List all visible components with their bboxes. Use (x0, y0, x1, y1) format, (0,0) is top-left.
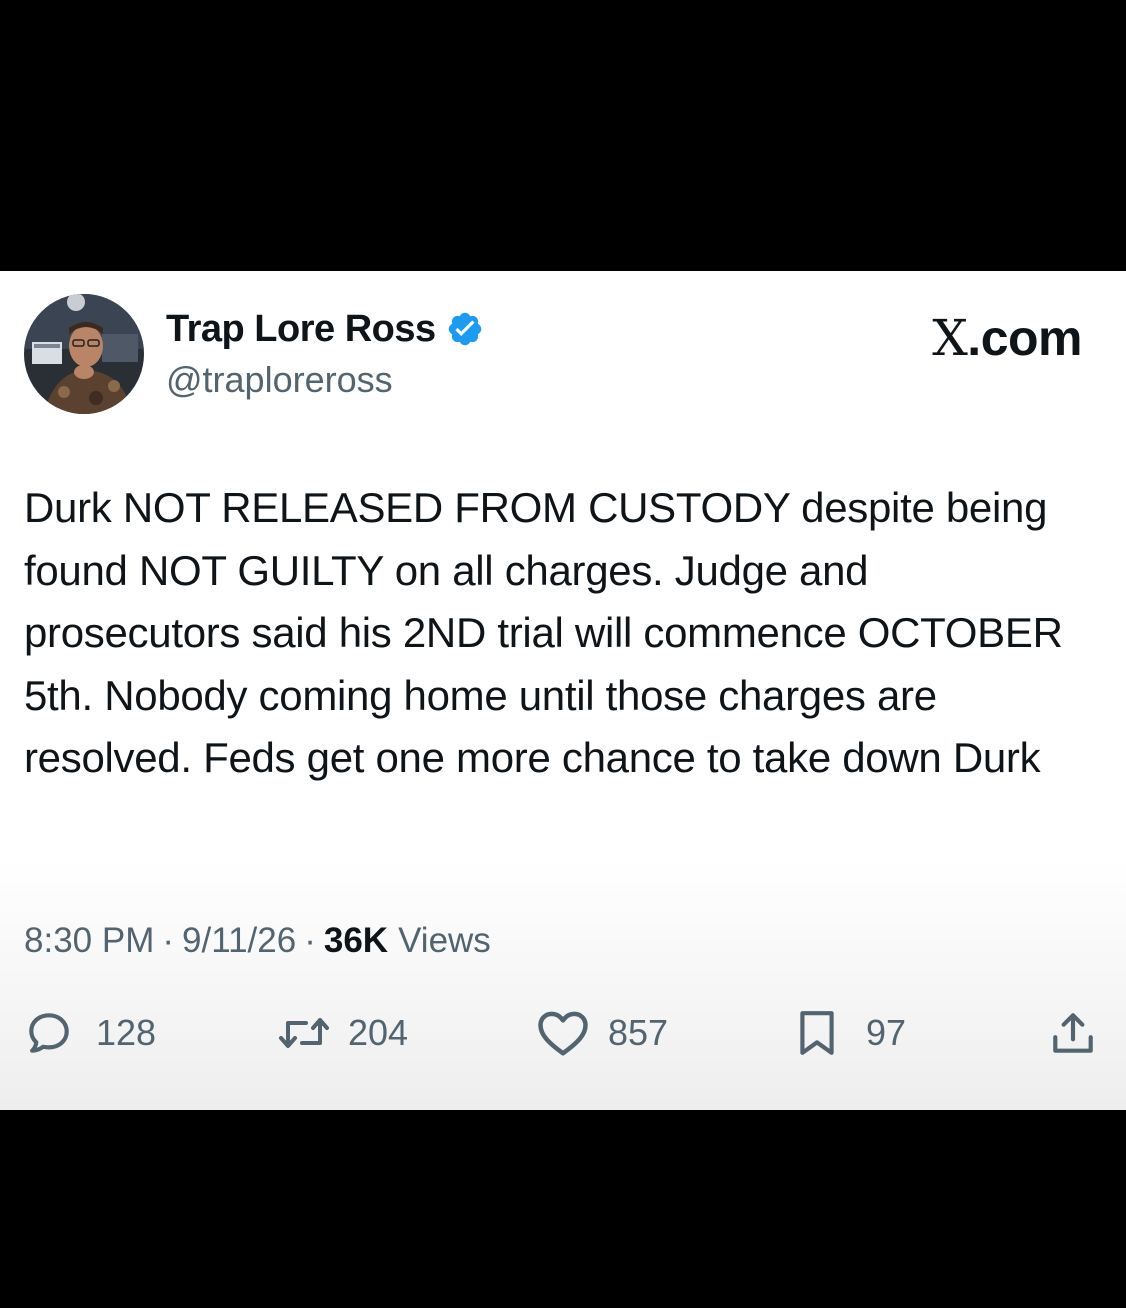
bookmark-count: 97 (866, 1012, 907, 1053)
x-logo-domain: .com (967, 310, 1082, 366)
retweet-count: 204 (348, 1012, 409, 1053)
tweet-card: Trap Lore Ross @traploreross X.com Durk … (0, 271, 1126, 1110)
bottom-black-band (0, 1110, 1126, 1308)
bookmark-icon (800, 1011, 834, 1055)
tweet-time[interactable]: 8:30 PM (24, 921, 154, 961)
tweet-date[interactable]: 9/11/26 (182, 921, 296, 961)
avatar[interactable] (24, 294, 144, 414)
tweet-actions: 128 204 857 97 (24, 1003, 1102, 1063)
reply-button[interactable]: 128 (24, 1003, 156, 1063)
author-name-row[interactable]: Trap Lore Ross (166, 307, 484, 351)
views-count: 36K (323, 921, 389, 960)
display-name[interactable]: Trap Lore Ross (166, 308, 436, 351)
avatar-photo (24, 294, 144, 414)
verified-badge-icon (446, 310, 484, 348)
x-com-logo: X.com (932, 309, 1082, 367)
top-black-band (0, 0, 1126, 271)
tweet-text: Durk NOT RELEASED FROM CUSTODY despite b… (24, 484, 1063, 781)
tweet-meta: 8:30 PM · 9/11/26 · 36K Views (24, 921, 491, 961)
author-handle[interactable]: @traploreross (166, 359, 393, 401)
reply-icon (29, 1013, 69, 1053)
retweet-button[interactable]: 204 (276, 1003, 408, 1063)
bookmark-button[interactable]: 97 (794, 1003, 906, 1063)
meta-separator: · (304, 921, 316, 960)
share-button[interactable] (1048, 1003, 1098, 1063)
heart-icon (538, 1011, 588, 1056)
share-icon (1053, 1013, 1093, 1053)
like-count: 857 (608, 1012, 669, 1053)
views-label: Views (398, 921, 491, 960)
reply-count: 128 (96, 1012, 157, 1053)
retweet-icon (279, 1018, 329, 1048)
x-logo-letter: X (932, 309, 968, 367)
meta-separator: · (162, 921, 175, 960)
like-button[interactable]: 857 (536, 1003, 668, 1063)
